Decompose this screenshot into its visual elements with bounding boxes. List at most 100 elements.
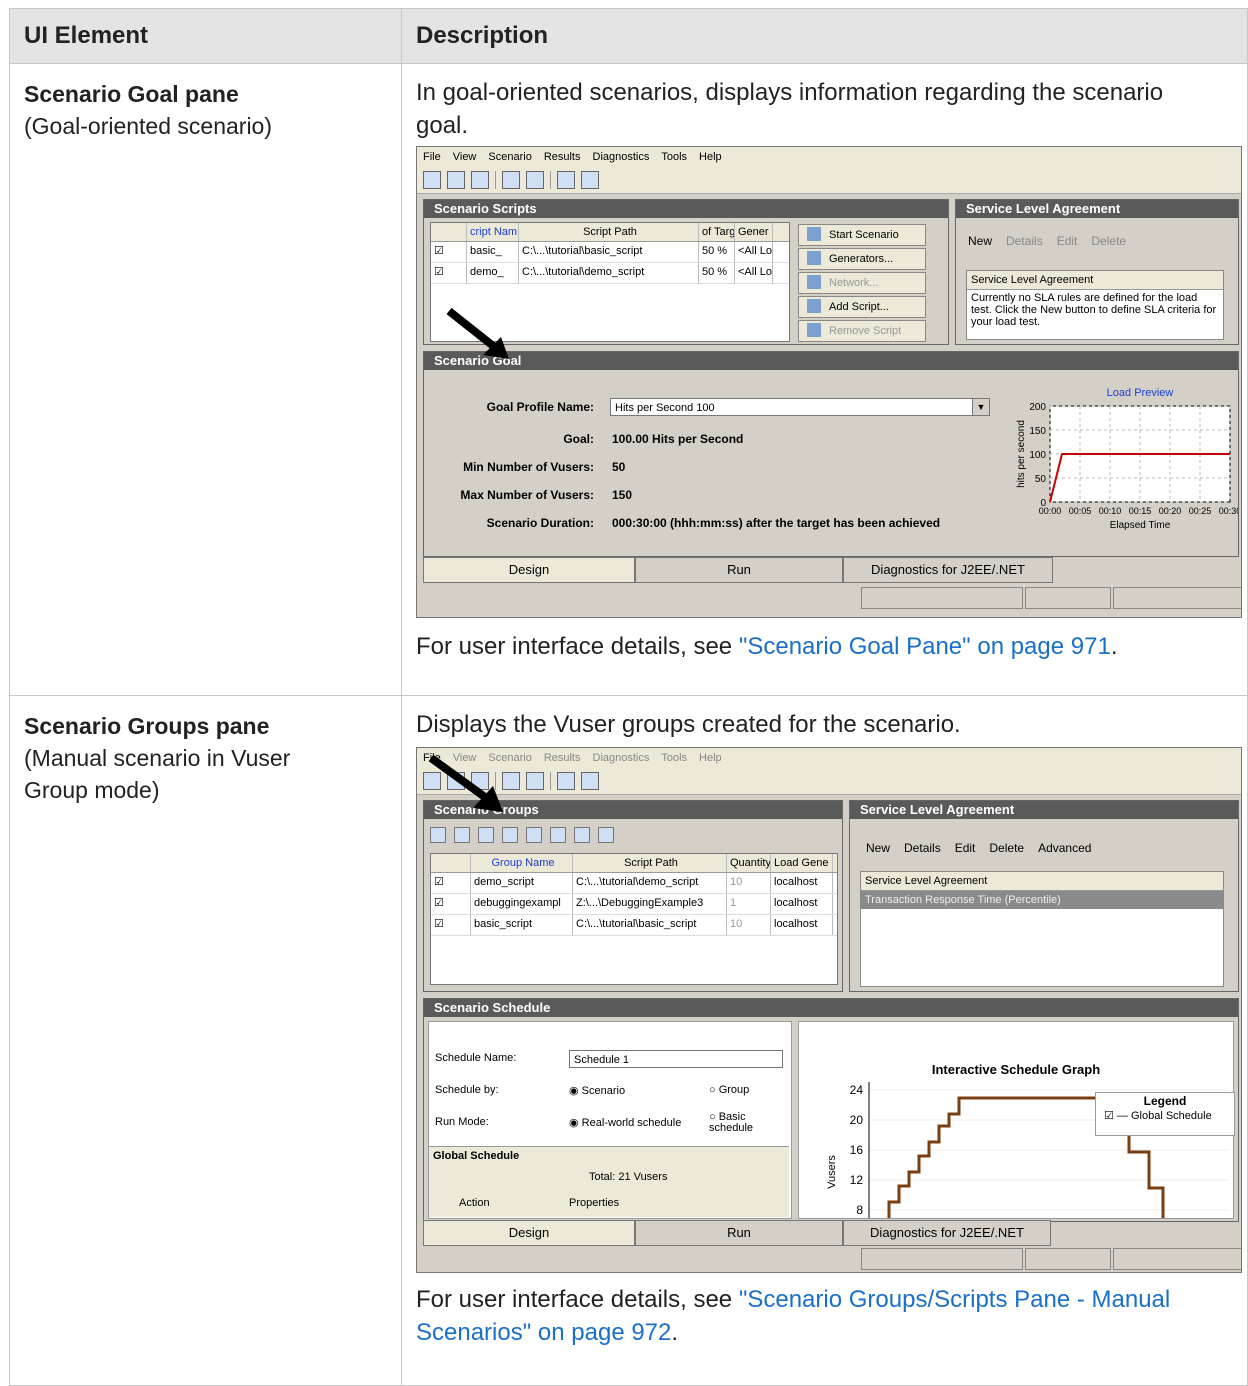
sla-delete-button[interactable]: Delete <box>989 841 1024 855</box>
start-scenario-button[interactable]: Start Scenario <box>798 224 926 246</box>
sla-new-button[interactable]: New <box>866 841 890 855</box>
generators-icon[interactable] <box>550 827 566 843</box>
tab-run[interactable]: Run <box>635 1220 843 1246</box>
menu-file[interactable]: File <box>423 151 441 163</box>
menu-diagnostics[interactable]: Diagnostics <box>593 752 650 764</box>
scenario-goal-pane-link[interactable]: "Scenario Goal Pane" on page 971 <box>739 633 1111 660</box>
menu-view[interactable]: View <box>453 151 477 163</box>
row-groups-element-cell: Scenario Groups pane (Manual scenario in… <box>9 695 402 1386</box>
save-icon[interactable] <box>471 171 489 189</box>
menu-results[interactable]: Results <box>544 151 581 163</box>
schedule-name-input[interactable]: Schedule 1 <box>569 1050 783 1068</box>
sla-list: Service Level Agreement Transaction Resp… <box>860 871 1224 987</box>
vusers-icon[interactable] <box>557 171 575 189</box>
y-tick-label: 150 <box>1029 426 1046 437</box>
menu-results[interactable]: Results <box>544 752 581 764</box>
min-vusers-label: Min Number of Vusers: <box>463 460 594 474</box>
y-tick-label: 24 <box>850 1083 864 1097</box>
remove-script-button[interactable]: Remove Script <box>798 320 926 342</box>
y-axis-label: hits per second <box>1016 420 1027 488</box>
network-icon <box>807 275 821 289</box>
load-preview-chart: Load Preview05010015020000:00 00:05 00:10 0… <box>1016 387 1238 531</box>
sla-edit-button[interactable]: Edit <box>1057 234 1078 248</box>
y-tick-label: 12 <box>850 1173 864 1187</box>
toolbar-separator <box>550 772 551 790</box>
col-generators[interactable]: Gener <box>735 223 773 241</box>
table-row[interactable]: ☑ demo_script C:\...\tutorial\demo_scrip… <box>431 873 837 894</box>
vusers-icon[interactable] <box>557 772 575 790</box>
menu-scenario[interactable]: Scenario <box>488 151 531 163</box>
total-vusers: Total: 21 Vusers <box>589 1171 668 1183</box>
schedule-name-label: Schedule Name: <box>435 1052 517 1064</box>
groups-toolbar <box>430 827 614 843</box>
vusers-alt-icon[interactable] <box>581 171 599 189</box>
script-icon[interactable] <box>574 827 590 843</box>
col-script-path[interactable]: Script Path <box>573 854 727 872</box>
sla-list-row[interactable]: Transaction Response Time (Percentile) <box>861 891 1223 909</box>
run-mode-basic-radio[interactable]: ○ Basic schedule <box>709 1112 789 1134</box>
y-tick-label: 50 <box>1035 474 1047 485</box>
schedule-icon[interactable] <box>598 827 614 843</box>
col-script-name[interactable]: cript Nam <box>467 223 519 241</box>
x-tick-label: 00:30 <box>1219 506 1238 516</box>
main-toolbar <box>417 167 1241 194</box>
network-button[interactable]: Network... <box>798 272 926 294</box>
menu-tools[interactable]: Tools <box>661 151 687 163</box>
sla-delete-button[interactable]: Delete <box>1091 234 1126 248</box>
menu-tools[interactable]: Tools <box>661 752 687 764</box>
details-icon[interactable] <box>526 827 542 843</box>
y-axis-label: Vusers <box>826 1155 838 1189</box>
x-tick-label: 00:25 <box>1189 506 1212 516</box>
schedule-settings: Schedule Name: Schedule 1 Schedule by: ◉… <box>428 1021 792 1219</box>
min-vusers-value: 50 <box>612 460 626 474</box>
sla-list: Service Level Agreement Currently no SLA… <box>966 270 1224 340</box>
table-row[interactable]: ☑ basic_script C:\...\tutorial\basic_scr… <box>431 915 837 936</box>
col-target[interactable]: of Targ <box>699 223 735 241</box>
menu-help[interactable]: Help <box>699 151 722 163</box>
scenario-goal-screenshot: File View Scenario Results Diagnostics T… <box>416 146 1242 618</box>
table-row[interactable]: ☑ demo_ C:\...\tutorial\demo_script 50 %… <box>431 263 789 284</box>
tab-design[interactable]: Design <box>423 557 635 583</box>
tab-diagnostics[interactable]: Diagnostics for J2EE/.NET <box>843 1220 1051 1246</box>
open-icon[interactable] <box>447 171 465 189</box>
generators-icon[interactable] <box>502 171 520 189</box>
col-quantity[interactable]: Quantity <box>727 854 771 872</box>
remove-group-icon[interactable] <box>502 827 518 843</box>
network-icon[interactable] <box>526 171 544 189</box>
add-group-icon[interactable] <box>454 827 470 843</box>
run-mode-real-radio[interactable]: ◉ Real-world schedule <box>569 1116 681 1129</box>
sla-new-button[interactable]: New <box>968 234 992 248</box>
tab-run[interactable]: Run <box>635 557 843 583</box>
col-load-generator[interactable]: Load Gene <box>771 854 833 872</box>
scenario-groups-screenshot: File View Scenario Results Diagnostics T… <box>416 747 1242 1273</box>
play-icon[interactable] <box>430 827 446 843</box>
description-text: In goal-oriented scenarios, displays inf… <box>416 79 1164 139</box>
table-row[interactable]: ☑ debuggingexampl Z:\...\DebuggingExampl… <box>431 894 837 915</box>
col-group-name[interactable]: Group Name <box>471 854 573 872</box>
sla-details-button[interactable]: Details <box>1006 234 1043 248</box>
toolbar-separator <box>495 171 496 189</box>
generators-button[interactable]: Generators... <box>798 248 926 270</box>
global-schedule-section: Global Schedule Total: 21 Vusers Action … <box>429 1146 789 1217</box>
goal-label: Goal: <box>563 432 594 446</box>
table-row[interactable]: ☑ basic_ C:\...\tutorial\basic_script 50… <box>431 242 789 263</box>
properties-column: Properties <box>569 1197 620 1209</box>
sla-details-button[interactable]: Details <box>904 841 941 855</box>
tab-diagnostics[interactable]: Diagnostics for J2EE/.NET <box>843 557 1053 583</box>
menu-help[interactable]: Help <box>699 752 722 764</box>
sla-edit-button[interactable]: Edit <box>955 841 976 855</box>
network-icon[interactable] <box>526 772 544 790</box>
goal-profile-select[interactable]: Hits per Second 100 ▼ <box>610 398 990 416</box>
tab-design[interactable]: Design <box>423 1220 635 1246</box>
menu-diagnostics[interactable]: Diagnostics <box>593 151 650 163</box>
sla-advanced-button[interactable]: Advanced <box>1038 841 1091 855</box>
col-script-path[interactable]: Script Path <box>519 223 699 241</box>
add-script-button[interactable]: Add Script... <box>798 296 926 318</box>
edit-group-icon[interactable] <box>478 827 494 843</box>
new-scenario-icon[interactable] <box>423 171 441 189</box>
y-tick-label: 200 <box>1029 402 1046 413</box>
schedule-by-scenario-radio[interactable]: ◉ Scenario <box>569 1084 625 1097</box>
vusers-alt-icon[interactable] <box>581 772 599 790</box>
schedule-by-group-radio[interactable]: ○ Group <box>709 1084 749 1096</box>
sla-pane: Service Level Agreement New Details Edit… <box>955 199 1239 345</box>
